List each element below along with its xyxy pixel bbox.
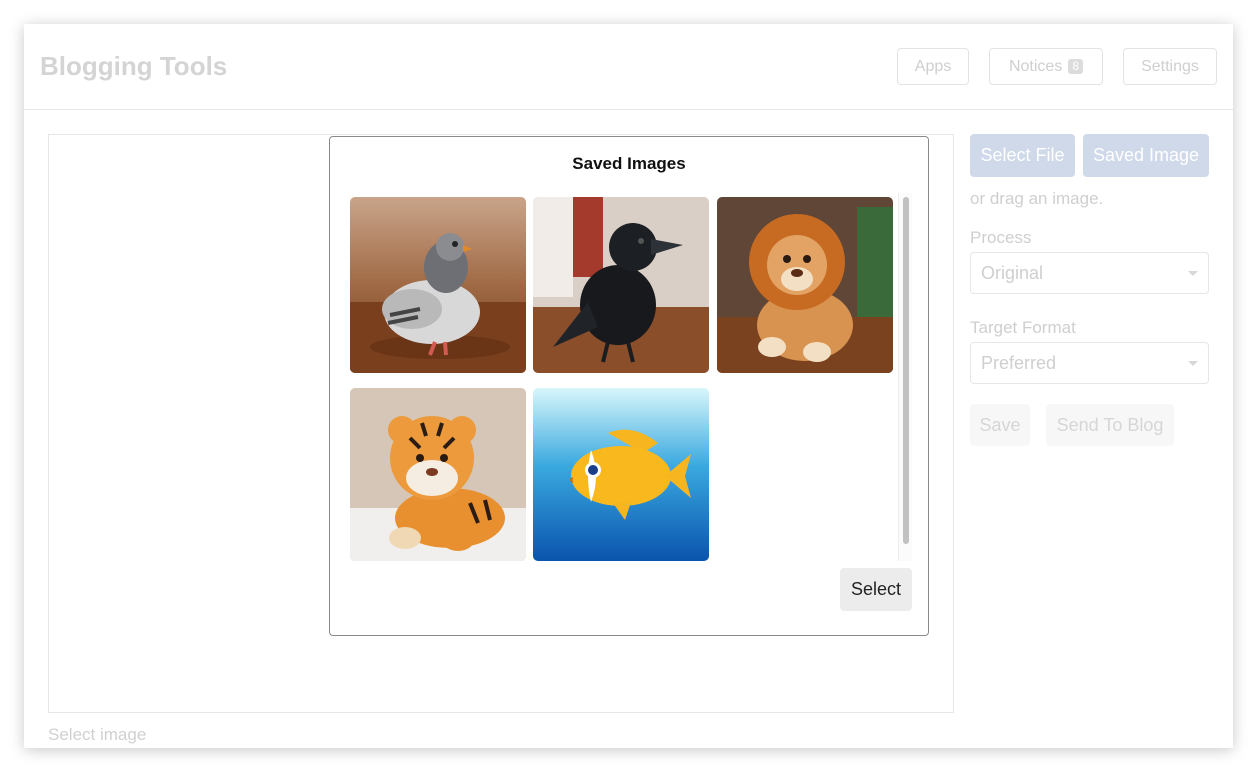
select-button-label: Select <box>850 579 902 599</box>
image-thumbnail-tiger[interactable] <box>350 388 526 561</box>
target-format-select-value: Preferred <box>981 352 1057 373</box>
apps-button[interactable]: Apps <box>897 48 969 85</box>
process-select[interactable]: Original <box>970 252 1209 294</box>
settings-button[interactable]: Settings <box>1123 48 1217 85</box>
image-gallery[interactable] <box>350 197 913 561</box>
notices-button-label: Notices <box>1008 57 1063 75</box>
notices-button[interactable]: Notices 8 <box>989 48 1103 85</box>
select-file-label: Select File <box>980 145 1065 165</box>
scrollbar-thumb[interactable] <box>903 197 909 544</box>
image-thumbnail-crow[interactable] <box>533 197 709 373</box>
image-thumbnail-pigeon[interactable] <box>350 197 526 373</box>
process-label: Process <box>970 228 1032 247</box>
gallery-scrollbar[interactable] <box>898 193 912 561</box>
notices-count-badge: 8 <box>1068 59 1084 74</box>
app-title: Blogging Tools <box>40 51 228 81</box>
dialog-title: Saved Images <box>572 154 686 173</box>
target-format-label: Target Format <box>970 318 1076 337</box>
send-to-blog-label: Send To Blog <box>1056 414 1164 435</box>
top-navbar: Blogging Tools Apps Notices 8 Settings <box>24 24 1233 110</box>
drag-hint: or drag an image. <box>970 189 1104 208</box>
apps-button-label: Apps <box>914 57 952 75</box>
settings-button-label: Settings <box>1141 57 1199 75</box>
select-file-button[interactable]: Select File <box>970 134 1075 177</box>
chevron-down-icon <box>1188 270 1198 276</box>
app-window: Blogging Tools Apps Notices 8 Settings S… <box>24 24 1233 748</box>
save-button[interactable]: Save <box>970 404 1030 446</box>
target-format-select[interactable]: Preferred <box>970 342 1209 384</box>
saved-images-dialog: Saved Images Select <box>329 136 929 636</box>
saved-image-button[interactable]: Saved Image <box>1083 134 1209 177</box>
select-button[interactable]: Select <box>840 568 912 611</box>
process-select-value: Original <box>981 262 1044 283</box>
save-button-label: Save <box>979 414 1021 435</box>
saved-image-label: Saved Image <box>1092 145 1200 165</box>
image-thumbnail-fish[interactable] <box>533 388 709 561</box>
send-to-blog-button[interactable]: Send To Blog <box>1046 404 1174 446</box>
canvas-caption: Select image <box>48 725 147 744</box>
chevron-down-icon <box>1188 360 1198 366</box>
image-thumbnail-lion[interactable] <box>717 197 893 373</box>
